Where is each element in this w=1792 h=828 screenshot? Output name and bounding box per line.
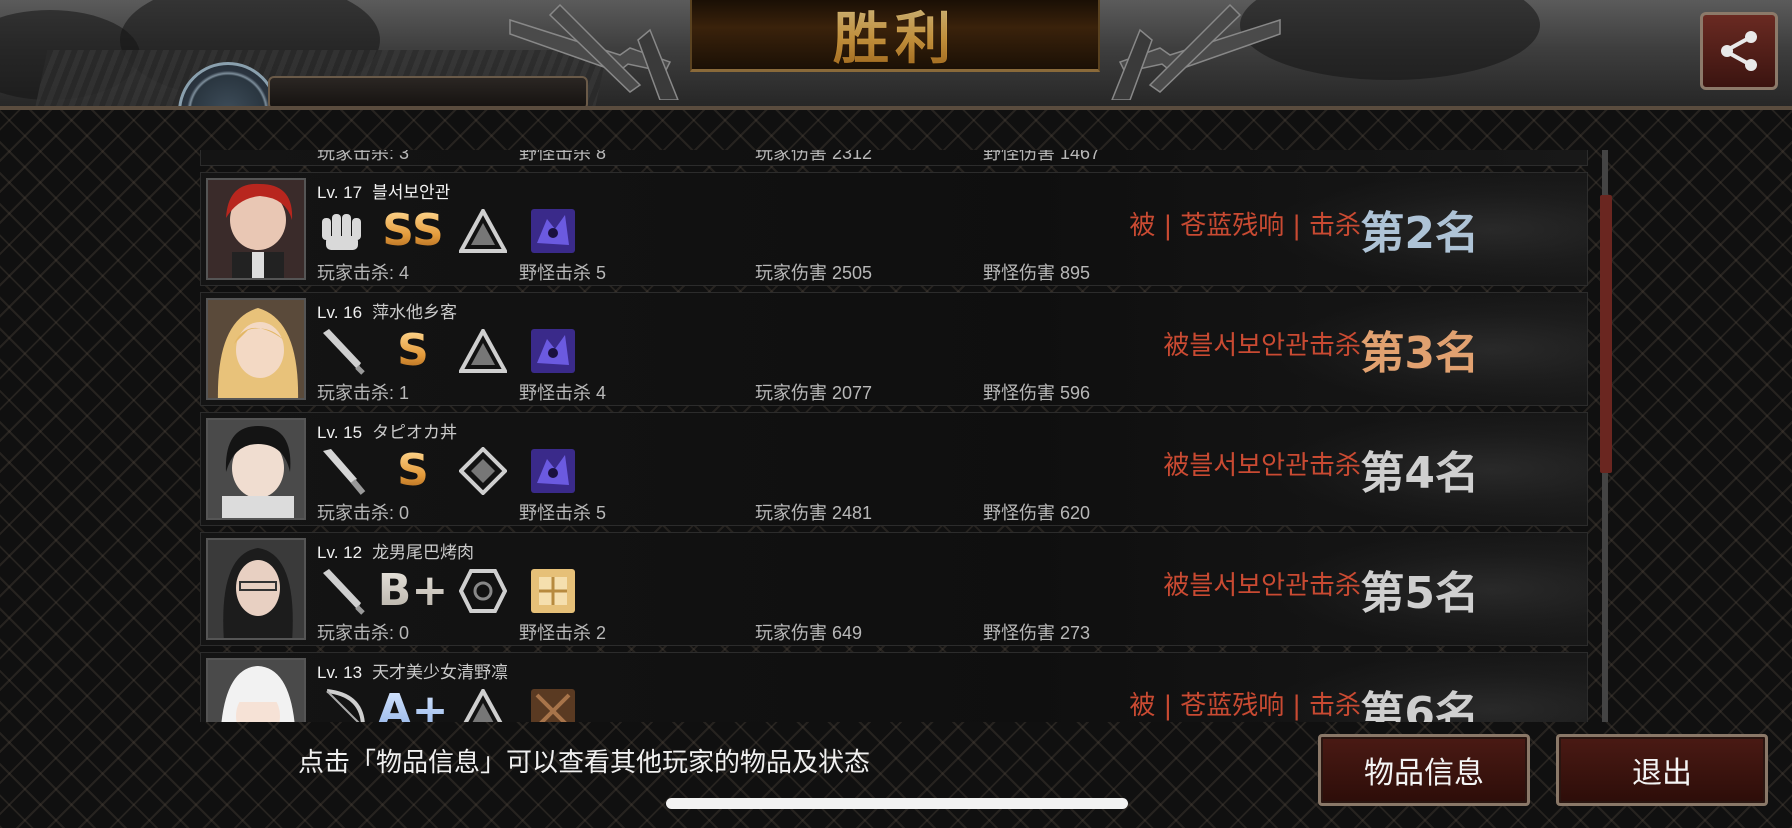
stat-monster-damage: 野怪伤害 620 <box>983 503 1091 523</box>
avatar[interactable] <box>206 178 306 280</box>
stat-monster-kills: 野怪击杀 5 <box>519 263 607 283</box>
stat-monster-damage: 野怪伤害 895 <box>983 263 1091 283</box>
level-line: Lv. 17 블서보안관 <box>317 178 450 203</box>
hexagon-rune-icon <box>459 567 507 615</box>
rank-label: 第2名 <box>1360 208 1479 259</box>
player-level: Lv. 12 <box>317 543 363 562</box>
stat-player-kills: 玩家击杀: 4 <box>317 263 410 283</box>
equipment-icons: SS <box>319 207 599 255</box>
share-button[interactable] <box>1700 12 1778 90</box>
knife-icon <box>319 447 367 495</box>
victory-title-plate: 胜利 <box>690 0 1100 72</box>
stat-monster-damage: 野怪伤害 1467 <box>983 150 1101 163</box>
triangle-rune-icon <box>459 207 507 255</box>
player-name: 블서보안관 <box>372 183 451 202</box>
killed-by-text: 被블서보안관击杀 <box>1163 451 1361 481</box>
player-name: タピオカ丼 <box>372 423 458 442</box>
bat-icon <box>319 327 367 375</box>
stat-player-damage: 玩家伤害 2481 <box>755 503 873 523</box>
player-name: 龙男尾巴烤肉 <box>372 543 475 562</box>
home-indicator[interactable] <box>666 798 1128 809</box>
grade-badge: SS <box>382 205 444 256</box>
grade-badge: S <box>397 445 429 496</box>
equipment-icons: S <box>319 447 599 495</box>
killed-by-text: 被 | 苍蓝残响 | 击杀 <box>1129 691 1361 721</box>
purple-beast-icon <box>529 447 577 495</box>
level-line: Lv. 16 萍水他乡客 <box>317 298 457 323</box>
rank-label: 第5名 <box>1360 568 1479 619</box>
rank-label: 第6名 <box>1360 688 1479 722</box>
player-level: Lv. 13 <box>317 663 363 682</box>
exit-button[interactable]: 退出 <box>1556 734 1768 806</box>
level-line: Lv. 12 龙男尾巴烤肉 <box>317 538 474 563</box>
grade-badge: S <box>397 325 429 376</box>
stat-player-kills: 玩家击杀: 0 <box>317 623 410 643</box>
player-card-rank-5[interactable]: Lv. 12 龙男尾巴烤肉 B+ 玩家击杀: 0 野怪击杀 2 玩家伤害 649 … <box>200 532 1588 646</box>
avatar[interactable] <box>206 418 306 520</box>
stat-player-damage: 玩家伤害 2505 <box>755 263 873 283</box>
stat-monster-kills: 野怪击杀 4 <box>519 383 607 403</box>
player-card-rank-2[interactable]: Lv. 17 블서보안관 SS 玩家击杀: 4 野怪击杀 5 玩家伤害 2505 … <box>200 172 1588 286</box>
level-line: Lv. 13 天才美少女清野凛 <box>317 658 508 683</box>
triangle-rune-icon <box>459 327 507 375</box>
rank-label: 第3名 <box>1360 328 1479 379</box>
killed-by-text: 被블서보안관击杀 <box>1163 331 1361 361</box>
equipment-icons: S <box>319 327 599 375</box>
player-name-bar <box>268 76 588 110</box>
player-level: Lv. 16 <box>317 303 363 322</box>
crossed-guns-right-ornament <box>1111 3 1281 100</box>
stat-monster-damage: 野怪伤害 596 <box>983 383 1091 403</box>
player-card-rank-6[interactable]: Lv. 13 天才美少女清野凛 A+ 被 | 苍蓝残响 | 击杀 第6名 <box>200 652 1588 722</box>
equipment-icons: A+ <box>319 687 599 722</box>
bow-icon <box>319 687 367 722</box>
wrapped-item-icon <box>529 567 577 615</box>
stat-player-kills: 玩家击杀: 0 <box>317 503 410 523</box>
stat-player-damage: 玩家伤害 2077 <box>755 383 873 403</box>
level-line: Lv. 15 タピオカ丼 <box>317 418 457 443</box>
avatar[interactable] <box>206 658 306 722</box>
page-title: 胜利 <box>833 0 957 75</box>
share-icon <box>1721 31 1757 71</box>
player-name: 萍水他乡客 <box>372 303 458 322</box>
stat-monster-kills: 野怪击杀 8 <box>519 150 607 163</box>
stat-monster-kills: 野怪击杀 2 <box>519 623 607 643</box>
purple-beast-icon <box>529 207 577 255</box>
player-card-rank-3[interactable]: Lv. 16 萍水他乡客 S 玩家击杀: 1 野怪击杀 4 玩家伤害 2077 野… <box>200 292 1588 406</box>
brown-item-icon <box>529 687 577 722</box>
equipment-icons: B+ <box>319 567 599 615</box>
fist-icon <box>319 207 367 255</box>
list-scrollbar-thumb[interactable] <box>1600 195 1612 473</box>
stat-player-kills: 玩家击杀: 3 <box>317 150 410 163</box>
player-card-prev[interactable]: 玩家击杀: 3 野怪击杀 8 玩家伤害 2312 野怪伤害 1467 <box>200 150 1588 166</box>
triangle-rune-icon <box>459 687 507 722</box>
hint-text: 点击「物品信息」可以查看其他玩家的物品及状态 <box>298 747 871 777</box>
player-level: Lv. 17 <box>317 183 363 202</box>
killed-by-text: 被 | 苍蓝残响 | 击杀 <box>1129 211 1361 241</box>
avatar[interactable] <box>206 298 306 400</box>
diamond-rune-icon <box>459 447 507 495</box>
grade-badge: B+ <box>377 565 449 616</box>
killed-by-text: 被블서보안관击杀 <box>1163 571 1361 601</box>
stat-player-damage: 玩家伤害 649 <box>755 623 863 643</box>
player-card-rank-4[interactable]: Lv. 15 タピオカ丼 S 玩家击杀: 0 野怪击杀 5 玩家伤害 2481 野… <box>200 412 1588 526</box>
purple-beast-icon <box>529 327 577 375</box>
grade-badge: A+ <box>378 687 449 723</box>
bat-icon <box>319 567 367 615</box>
stat-monster-kills: 野怪击杀 5 <box>519 503 607 523</box>
stat-player-damage: 玩家伤害 2312 <box>755 150 873 163</box>
player-level: Lv. 15 <box>317 423 363 442</box>
stat-player-kills: 玩家击杀: 1 <box>317 383 410 403</box>
avatar[interactable] <box>206 538 306 640</box>
rank-label: 第4名 <box>1360 448 1479 499</box>
item-info-button[interactable]: 物品信息 <box>1318 734 1530 806</box>
player-result-list[interactable]: 玩家击杀: 3 野怪击杀 8 玩家伤害 2312 野怪伤害 1467 Lv. 1… <box>200 150 1598 722</box>
stat-monster-damage: 野怪伤害 273 <box>983 623 1091 643</box>
player-name: 天才美少女清野凛 <box>372 663 509 682</box>
